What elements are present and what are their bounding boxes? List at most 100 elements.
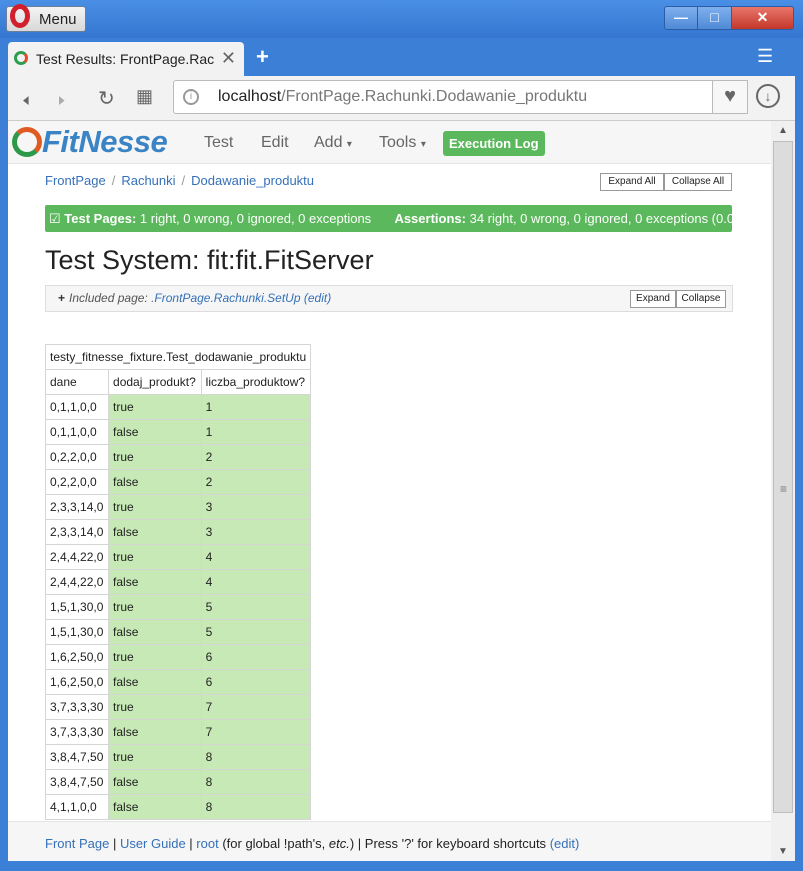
cell-dane: 2,4,4,22,0 — [44, 569, 110, 595]
cell-liczba-produktow: 7 — [200, 694, 312, 720]
nav-edit[interactable]: Edit — [261, 134, 289, 152]
maximize-icon: □ — [710, 9, 719, 25]
cell-liczba-produktow: 8 — [200, 769, 312, 795]
expand-button[interactable]: Expand — [630, 290, 676, 308]
fixture-name-row: testy_fitnesse_fixture.Test_dodawanie_pr… — [44, 344, 312, 370]
cell-dodaj-produkt: false — [108, 794, 202, 820]
expand-all-button[interactable]: Expand All — [600, 173, 664, 191]
cell-liczba-produktow: 3 — [200, 519, 312, 545]
table-row: 1,6,2,50,0 true 6 — [44, 644, 312, 670]
test-system-heading: Test System: fit:fit.FitServer — [45, 245, 374, 275]
new-tab-icon[interactable]: + — [256, 44, 269, 70]
cell-dane: 3,8,4,7,50 — [44, 744, 110, 770]
included-page-edit-link[interactable]: (edit) — [304, 291, 331, 305]
test-pages-result: 1 right, 0 wrong, 0 ignored, 0 exception… — [139, 211, 372, 226]
minimize-button[interactable]: — — [664, 6, 698, 30]
scroll-down-icon[interactable]: ▼ — [771, 846, 795, 857]
site-info-icon[interactable]: i — [183, 89, 199, 105]
nav-tools[interactable]: Tools ▾ — [379, 134, 426, 152]
fitnesse-logo-icon[interactable] — [12, 127, 42, 157]
cell-liczba-produktow: 2 — [200, 469, 312, 495]
maximize-button[interactable]: □ — [697, 6, 732, 30]
cell-dane: 0,1,1,0,0 — [44, 419, 110, 445]
url-path: /FrontPage.Rachunki.Dodawanie_produktu — [281, 88, 588, 105]
url-host: localhost — [218, 88, 282, 105]
cell-liczba-produktow: 4 — [200, 544, 312, 570]
collapse-button[interactable]: Collapse — [676, 290, 726, 308]
bookmark-heart-icon[interactable]: ♥ — [712, 80, 748, 114]
footer-edit-link[interactable]: (edit) — [550, 836, 580, 851]
nav-test[interactable]: Test — [204, 134, 233, 152]
cell-dane: 0,1,1,0,0 — [44, 394, 110, 420]
cell-dodaj-produkt: false — [108, 669, 202, 695]
expand-plus-icon[interactable]: + — [58, 291, 65, 305]
cell-dodaj-produkt: true — [108, 544, 202, 570]
cell-dodaj-produkt: false — [108, 419, 202, 445]
close-window-button[interactable]: ✕ — [731, 6, 794, 30]
reload-icon[interactable]: ↻ — [98, 86, 115, 111]
assertions-label: Assertions: — [394, 211, 466, 226]
browser-window: Menu — □ ✕ Test Results: FrontPage.Rac ✕… — [0, 0, 803, 871]
cell-liczba-produktow: 1 — [200, 394, 312, 420]
page-viewport: FitNesse Test Edit Add ▾ Tools ▾ Executi… — [8, 121, 771, 861]
breadcrumb-frontpage[interactable]: FrontPage — [45, 173, 106, 188]
breadcrumb-rachunki[interactable]: Rachunki — [121, 173, 175, 188]
address-bar[interactable]: i localhost/FrontPage.Rachunki.Dodawanie… — [173, 80, 713, 114]
fixture-table: testy_fitnesse_fixture.Test_dodawanie_pr… — [44, 344, 312, 820]
cell-liczba-produktow: 7 — [200, 719, 312, 745]
table-row: 3,7,3,3,30 true 7 — [44, 694, 312, 720]
table-header-row: dane dodaj_produkt? liczba_produktow? — [44, 369, 312, 395]
fitnesse-logo[interactable]: FitNesse — [42, 124, 168, 160]
cell-dodaj-produkt: false — [108, 619, 202, 645]
tab-test-results[interactable]: Test Results: FrontPage.Rac ✕ — [8, 42, 244, 76]
cell-dane: 3,7,3,3,30 — [44, 719, 110, 745]
table-row: 4,1,1,0,0 false 8 — [44, 794, 312, 820]
cell-dane: 2,4,4,22,0 — [44, 544, 110, 570]
opera-menu-button[interactable]: Menu — [6, 4, 86, 32]
tab-menu-icon[interactable]: ☰ — [757, 46, 773, 67]
execution-log-button[interactable]: Execution Log — [443, 131, 545, 156]
speed-dial-grid-icon[interactable]: ▦ — [136, 86, 153, 107]
cell-liczba-produktow: 8 — [200, 794, 312, 820]
cell-liczba-produktow: 5 — [200, 619, 312, 645]
checkbox-icon: ☑ — [49, 211, 61, 226]
cell-liczba-produktow: 1 — [200, 419, 312, 445]
back-icon[interactable]: 🢐 — [22, 86, 30, 120]
cell-dane: 0,2,2,0,0 — [44, 469, 110, 495]
footer-links: Front Page | User Guide | root (for glob… — [45, 836, 580, 851]
cell-dodaj-produkt: true — [108, 394, 202, 420]
cell-dodaj-produkt: false — [108, 519, 202, 545]
table-row: 1,5,1,30,0 false 5 — [44, 619, 312, 645]
forward-icon[interactable]: 🢒 — [58, 86, 66, 120]
cell-dane: 3,8,4,7,50 — [44, 769, 110, 795]
download-icon[interactable]: ↓ — [756, 84, 780, 108]
cell-dodaj-produkt: true — [108, 744, 202, 770]
vertical-scrollbar[interactable]: ▲ ≡ ▼ — [771, 121, 795, 861]
table-row: 2,3,3,14,0 true 3 — [44, 494, 312, 520]
cell-dane: 1,6,2,50,0 — [44, 669, 110, 695]
header-dodaj-produkt: dodaj_produkt? — [108, 369, 202, 395]
collapse-all-button[interactable]: Collapse All — [664, 173, 732, 191]
scroll-up-icon[interactable]: ▲ — [771, 125, 795, 136]
table-row: 2,4,4,22,0 true 4 — [44, 544, 312, 570]
cell-dane: 1,6,2,50,0 — [44, 644, 110, 670]
nav-add-label: Add — [314, 134, 343, 151]
breadcrumb-dodawanie-produktu[interactable]: Dodawanie_produktu — [191, 173, 314, 188]
scrollbar-grip-icon: ≡ — [780, 482, 788, 496]
table-row: 2,4,4,22,0 false 4 — [44, 569, 312, 595]
cell-liczba-produktow: 2 — [200, 444, 312, 470]
nav-add[interactable]: Add ▾ — [314, 134, 352, 152]
included-page-link[interactable]: .FrontPage.Rachunki.SetUp — [151, 291, 300, 305]
url-text: localhost/FrontPage.Rachunki.Dodawanie_p… — [218, 88, 587, 106]
footer-root-note-b: ) | Press '?' for keyboard shortcuts — [349, 836, 547, 851]
footer-root-link[interactable]: root — [196, 836, 218, 851]
close-tab-icon[interactable]: ✕ — [221, 48, 236, 69]
cell-liczba-produktow: 6 — [200, 644, 312, 670]
fixture-name-cell: testy_fitnesse_fixture.Test_dodawanie_pr… — [44, 344, 312, 370]
scrollbar-thumb[interactable]: ≡ — [773, 141, 793, 813]
footer-front-page-link[interactable]: Front Page — [45, 836, 109, 851]
title-bar: Menu — □ ✕ — [0, 0, 803, 38]
included-page-line: + Included page: .FrontPage.Rachunki.SetU… — [58, 291, 331, 305]
footer-user-guide-link[interactable]: User Guide — [120, 836, 186, 851]
fitnesse-header: FitNesse Test Edit Add ▾ Tools ▾ Executi… — [8, 121, 771, 164]
